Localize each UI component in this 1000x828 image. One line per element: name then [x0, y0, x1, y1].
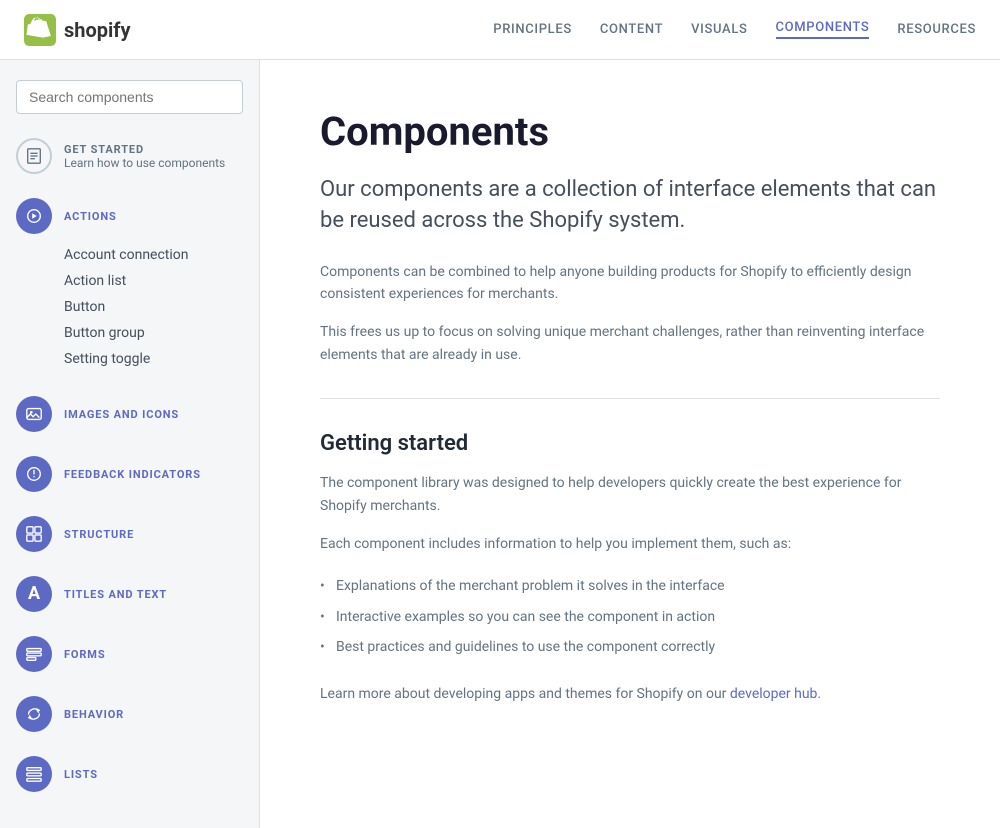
sidebar-item-action-list[interactable]: Action list [64, 268, 243, 294]
sidebar-group-structure: STRUCTURE [0, 508, 259, 560]
titles-label: TITLES AND TEXT [64, 588, 167, 601]
page-desc-2: This frees us up to focus on solving uni… [320, 321, 940, 366]
main-content: Components Our components are a collecti… [260, 60, 1000, 828]
sidebar-group-forms-header[interactable]: FORMS [0, 628, 259, 680]
dev-hub-prefix: Learn more about developing apps and the… [320, 686, 730, 702]
feedback-label: FEEDBACK INDICATORS [64, 468, 201, 481]
sidebar-item-button-group[interactable]: Button group [64, 320, 243, 346]
actions-icon [16, 198, 52, 234]
sidebar-item-account-connection[interactable]: Account connection [64, 242, 243, 268]
sidebar-item-button[interactable]: Button [64, 294, 243, 320]
sidebar-group-actions-header[interactable]: ACTIONS [0, 190, 259, 242]
actions-label: ACTIONS [64, 210, 117, 223]
images-icon [16, 396, 52, 432]
list-item: Interactive examples so you can see the … [320, 602, 940, 632]
search-input[interactable] [16, 80, 243, 114]
dev-hub-text: Learn more about developing apps and the… [320, 683, 940, 705]
page-layout: GET STARTED Learn how to use components … [0, 60, 1000, 828]
feedback-icon [16, 456, 52, 492]
sidebar-group-images-header[interactable]: IMAGES AND ICONS [0, 388, 259, 440]
lists-label: LISTS [64, 768, 98, 781]
section-divider [320, 398, 940, 399]
header: shopify PRINCIPLES CONTENT VISUALS COMPO… [0, 0, 1000, 60]
sidebar-group-titles-header[interactable]: A TITLES AND TEXT [0, 568, 259, 620]
getting-started-desc-2: Each component includes information to h… [320, 533, 940, 555]
structure-icon [16, 516, 52, 552]
logo[interactable]: shopify [24, 14, 131, 46]
sidebar-group-images-icons: IMAGES AND ICONS [0, 388, 259, 440]
list-item: Best practices and guidelines to use the… [320, 632, 940, 662]
logo-text: shopify [64, 18, 131, 42]
nav-item-content[interactable]: CONTENT [600, 22, 663, 37]
sidebar-item-setting-toggle[interactable]: Setting toggle [64, 346, 243, 372]
feature-list: Explanations of the merchant problem it … [320, 571, 940, 662]
sidebar-group-lists: LISTS [0, 748, 259, 800]
sidebar: GET STARTED Learn how to use components … [0, 60, 260, 828]
sidebar-group-get-started-header[interactable]: GET STARTED Learn how to use components [0, 130, 259, 182]
lists-icon [16, 756, 52, 792]
page-desc-1: Components can be combined to help anyon… [320, 261, 940, 306]
getting-started-title: Getting started [320, 431, 940, 456]
sidebar-group-feedback: FEEDBACK INDICATORS [0, 448, 259, 500]
sidebar-group-get-started: GET STARTED Learn how to use components [0, 130, 259, 182]
shopify-logo-icon [24, 14, 56, 46]
images-icons-label: IMAGES AND ICONS [64, 408, 179, 421]
page-subtitle: Our components are a collection of inter… [320, 175, 940, 237]
page-title: Components [320, 108, 940, 155]
sidebar-group-structure-header[interactable]: STRUCTURE [0, 508, 259, 560]
main-nav: PRINCIPLES CONTENT VISUALS COMPONENTS RE… [493, 20, 976, 39]
sidebar-group-titles-text: A TITLES AND TEXT [0, 568, 259, 620]
search-wrap [0, 80, 259, 130]
titles-icon: A [16, 576, 52, 612]
behavior-icon [16, 696, 52, 732]
sidebar-group-behavior-header[interactable]: BEHAVIOR [0, 688, 259, 740]
list-item: Explanations of the merchant problem it … [320, 571, 940, 601]
get-started-icon [16, 138, 52, 174]
forms-label: FORMS [64, 648, 105, 661]
get-started-label-group: GET STARTED Learn how to use components [64, 143, 225, 170]
developer-hub-link[interactable]: developer hub [730, 686, 818, 702]
sidebar-group-feedback-header[interactable]: FEEDBACK INDICATORS [0, 448, 259, 500]
forms-icon [16, 636, 52, 672]
structure-label: STRUCTURE [64, 528, 134, 541]
sidebar-group-forms: FORMS [0, 628, 259, 680]
nav-item-resources[interactable]: RESOURCES [897, 22, 976, 37]
sidebar-group-lists-header[interactable]: LISTS [0, 748, 259, 800]
getting-started-desc-1: The component library was designed to he… [320, 472, 940, 517]
sidebar-group-actions: ACTIONS Account connection Action list B… [0, 190, 259, 380]
nav-item-principles[interactable]: PRINCIPLES [493, 22, 572, 37]
nav-item-components[interactable]: COMPONENTS [776, 20, 870, 39]
nav-item-visuals[interactable]: VISUALS [691, 22, 747, 37]
get-started-label: GET STARTED [64, 143, 225, 156]
behavior-label: BEHAVIOR [64, 708, 124, 721]
sidebar-group-behavior: BEHAVIOR [0, 688, 259, 740]
dev-hub-suffix: . [817, 686, 821, 702]
actions-sub-items: Account connection Action list Button Bu… [0, 242, 259, 380]
get-started-subtitle: Learn how to use components [64, 156, 225, 170]
